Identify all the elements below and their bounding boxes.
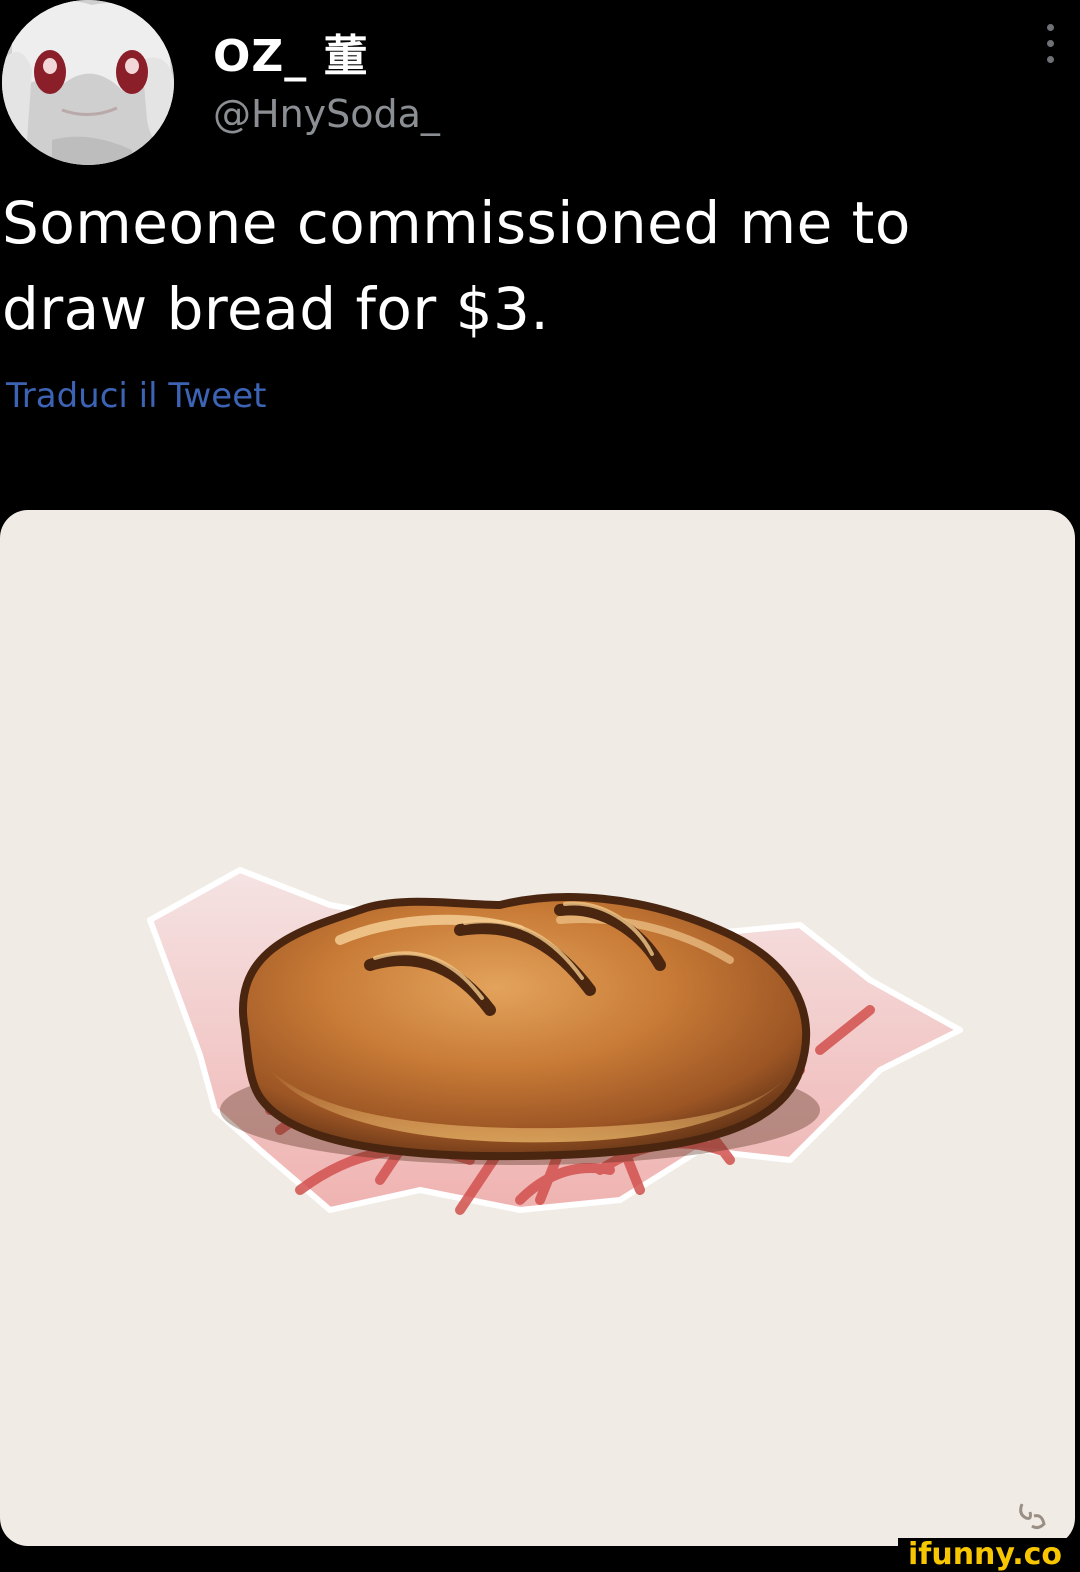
tweet-header: OZ_ 董 @HnySoda_ [0, 0, 1080, 170]
ifunny-watermark: ifunny.co [898, 1538, 1070, 1572]
tweet-media-image[interactable] [0, 510, 1075, 1546]
tweet-text: Someone commissioned me to draw bread fo… [2, 189, 911, 343]
avatar-image [2, 0, 174, 165]
bread-illustration [147, 867, 963, 1215]
user-handle[interactable]: @HnySoda_ [213, 92, 440, 136]
more-vertical-icon[interactable] [1040, 24, 1060, 70]
display-name[interactable]: OZ_ 董 [213, 20, 369, 84]
avatar[interactable] [2, 0, 174, 165]
translate-tweet-link[interactable]: Traduci il Tweet [6, 376, 266, 416]
artist-signature [1019, 1503, 1046, 1530]
